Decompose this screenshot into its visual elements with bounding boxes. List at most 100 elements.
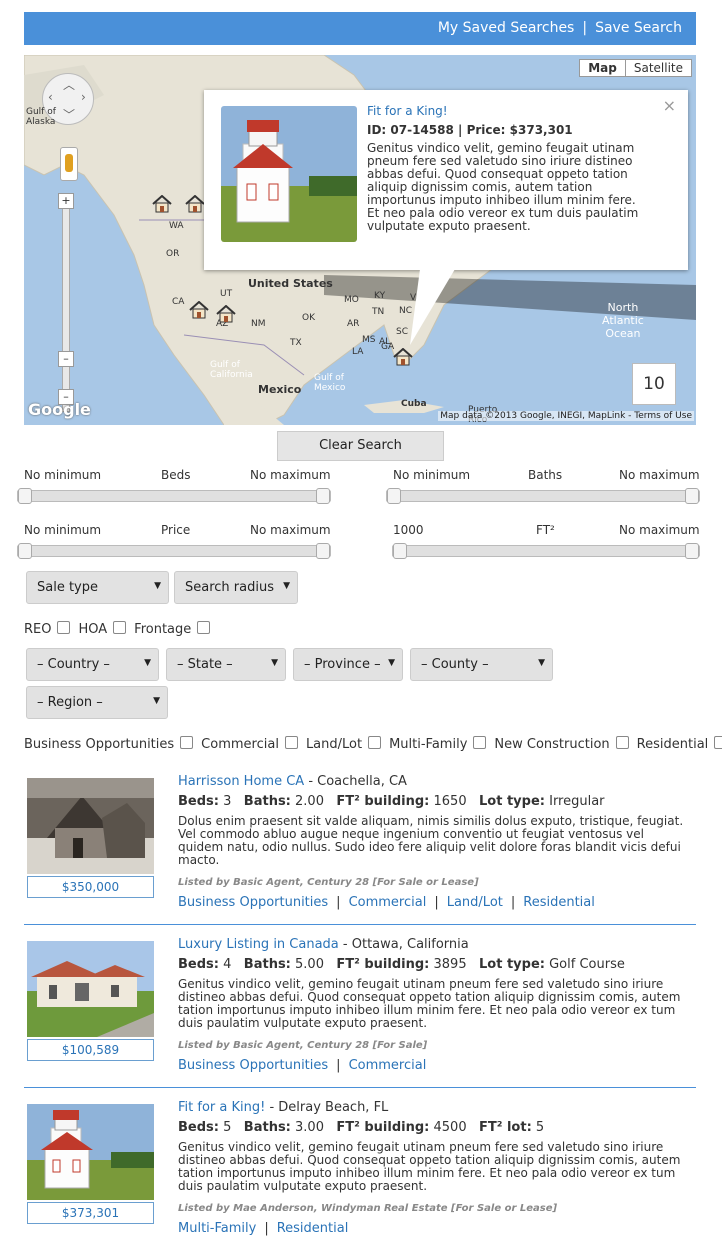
lot-type-label: Lot type: bbox=[479, 957, 545, 972]
baths-max-handle[interactable] bbox=[685, 488, 699, 504]
map-label-gulf-california: Gulf of California bbox=[210, 360, 253, 380]
baths-slider[interactable] bbox=[386, 488, 700, 504]
listing-description: Dolus enim praesent sit valde aliquam, n… bbox=[178, 814, 684, 867]
house-marker-icon[interactable] bbox=[216, 305, 236, 323]
map[interactable]: Map Satellite ︿ ﹀ ‹ › + – – Gulf of Alas… bbox=[24, 55, 696, 425]
pan-right-icon[interactable]: › bbox=[81, 90, 86, 104]
tag-link[interactable]: Residential bbox=[523, 895, 595, 910]
house-marker-icon[interactable] bbox=[152, 195, 172, 213]
baths-label: Baths: bbox=[243, 1120, 291, 1135]
save-search-link[interactable]: Save Search bbox=[595, 20, 682, 36]
listing-photo[interactable] bbox=[27, 778, 154, 874]
popup-price: Price: $373,301 bbox=[466, 123, 573, 137]
residential-checkbox[interactable] bbox=[714, 736, 722, 749]
county-select[interactable]: – County – ▼ bbox=[410, 648, 553, 681]
tag-link[interactable]: Business Opportunities bbox=[178, 1058, 328, 1073]
multi-family-checkbox[interactable] bbox=[473, 736, 487, 749]
sale-type-select[interactable]: Sale type ▼ bbox=[26, 571, 169, 604]
cluster-count[interactable]: 10 bbox=[632, 363, 676, 405]
map-info-window: × Fit for a King! ID: 07-14588 | Price: … bbox=[204, 90, 688, 270]
chevron-down-icon: ▼ bbox=[153, 696, 160, 706]
chevron-down-icon: ▼ bbox=[271, 658, 278, 668]
baths-label: Baths: bbox=[243, 794, 291, 809]
zoom-in-button[interactable]: + bbox=[58, 193, 74, 209]
ft2-min-handle[interactable] bbox=[393, 543, 407, 559]
beds-slider[interactable] bbox=[17, 488, 331, 504]
business-opportunities-checkbox[interactable] bbox=[180, 736, 194, 749]
frontage-checkbox[interactable] bbox=[197, 621, 211, 634]
price-max-handle[interactable] bbox=[316, 543, 330, 559]
ft2-slider[interactable] bbox=[392, 543, 700, 559]
pan-down-icon[interactable]: ﹀ bbox=[63, 106, 75, 123]
house-marker-icon[interactable] bbox=[185, 195, 205, 213]
residential-label: Residential bbox=[636, 737, 709, 752]
map-label-ms: MS bbox=[362, 335, 376, 345]
listing-price[interactable]: $100,589 bbox=[27, 1039, 154, 1061]
map-label-ca: CA bbox=[172, 297, 185, 307]
listing-title-link[interactable]: Harrisson Home CA bbox=[178, 774, 304, 789]
price-slider[interactable] bbox=[17, 543, 331, 559]
listing-price[interactable]: $350,000 bbox=[27, 876, 154, 898]
baths-label: Baths bbox=[528, 468, 563, 482]
map-type-satellite-button[interactable]: Satellite bbox=[626, 60, 691, 76]
reo-checkbox[interactable] bbox=[57, 621, 71, 634]
commercial-checkbox[interactable] bbox=[284, 736, 298, 749]
listing-photo[interactable] bbox=[27, 1104, 154, 1200]
close-icon[interactable]: × bbox=[663, 96, 676, 115]
map-type-map-button[interactable]: Map bbox=[580, 60, 626, 76]
search-radius-select[interactable]: Search radius ▼ bbox=[174, 571, 298, 604]
tag-link[interactable]: Commercial bbox=[349, 1058, 427, 1073]
price-min-handle[interactable] bbox=[18, 543, 32, 559]
chevron-down-icon: ▼ bbox=[283, 581, 290, 591]
business-opportunities-label: Business Opportunities bbox=[24, 737, 175, 752]
tag-link[interactable]: Land/Lot bbox=[447, 895, 503, 910]
map-attribution[interactable]: Map data ©2013 Google, INEGI, MapLink - … bbox=[438, 411, 694, 421]
map-label-nm: NM bbox=[251, 319, 266, 329]
pan-up-icon[interactable]: ︿ bbox=[63, 76, 75, 93]
baths-min-handle[interactable] bbox=[387, 488, 401, 504]
country-select[interactable]: – Country – ▼ bbox=[26, 648, 159, 681]
zoom-slider-handle[interactable]: – bbox=[58, 351, 74, 367]
listing-title-line: Luxury Listing in Canada - Ottawa, Calif… bbox=[178, 937, 469, 952]
house-marker-icon[interactable] bbox=[393, 348, 413, 366]
tag-link[interactable]: Multi-Family bbox=[178, 1221, 256, 1236]
popup-photo[interactable] bbox=[221, 106, 357, 242]
map-label-ar: AR bbox=[347, 319, 360, 329]
listing-title-link[interactable]: Luxury Listing in Canada bbox=[178, 937, 339, 952]
listing-facts: Beds: 3 Baths: 2.00 FT² building: 1650 L… bbox=[178, 794, 605, 809]
province-select[interactable]: – Province – ▼ bbox=[293, 648, 403, 681]
new-construction-checkbox[interactable] bbox=[615, 736, 629, 749]
zoom-slider-track[interactable] bbox=[62, 195, 70, 412]
hoa-checkbox[interactable] bbox=[113, 621, 127, 634]
region-select[interactable]: – Region – ▼ bbox=[26, 686, 168, 719]
pan-left-icon[interactable]: ‹ bbox=[48, 90, 53, 104]
listing-photo[interactable] bbox=[27, 941, 154, 1037]
map-type-control: Map Satellite bbox=[579, 59, 692, 77]
map-label-tx: TX bbox=[290, 338, 302, 348]
ft2-max-handle[interactable] bbox=[685, 543, 699, 559]
popup-title[interactable]: Fit for a King! bbox=[367, 104, 448, 118]
state-select[interactable]: – State – ▼ bbox=[166, 648, 286, 681]
listing-price[interactable]: $373,301 bbox=[27, 1202, 154, 1224]
beds-min-handle[interactable] bbox=[18, 488, 32, 504]
listing-divider bbox=[24, 924, 696, 925]
beds-max-handle[interactable] bbox=[316, 488, 330, 504]
map-label-ok: OK bbox=[302, 313, 315, 323]
street-view-pegman-icon[interactable] bbox=[60, 147, 78, 181]
lot-type-label: Lot type: bbox=[479, 794, 545, 809]
land-lot-checkbox[interactable] bbox=[368, 736, 382, 749]
map-label-north-atlantic: North Atlantic Ocean bbox=[602, 301, 644, 340]
lighthouse-photo bbox=[27, 1104, 154, 1200]
tag-link[interactable]: Commercial bbox=[349, 895, 427, 910]
listing-title-link[interactable]: Fit for a King! bbox=[178, 1100, 265, 1115]
beds-label: Beds bbox=[161, 468, 191, 482]
house-marker-icon[interactable] bbox=[189, 301, 209, 319]
popup-id: ID: 07-14588 bbox=[367, 123, 454, 137]
map-label-mexico: Mexico bbox=[258, 383, 302, 396]
my-saved-searches-link[interactable]: My Saved Searches bbox=[438, 20, 575, 36]
ft2-max-label: No maximum bbox=[619, 523, 700, 537]
tag-link[interactable]: Business Opportunities bbox=[178, 895, 328, 910]
chevron-down-icon: ▼ bbox=[154, 581, 161, 591]
tag-link[interactable]: Residential bbox=[277, 1221, 349, 1236]
clear-search-button[interactable]: Clear Search bbox=[277, 431, 444, 461]
